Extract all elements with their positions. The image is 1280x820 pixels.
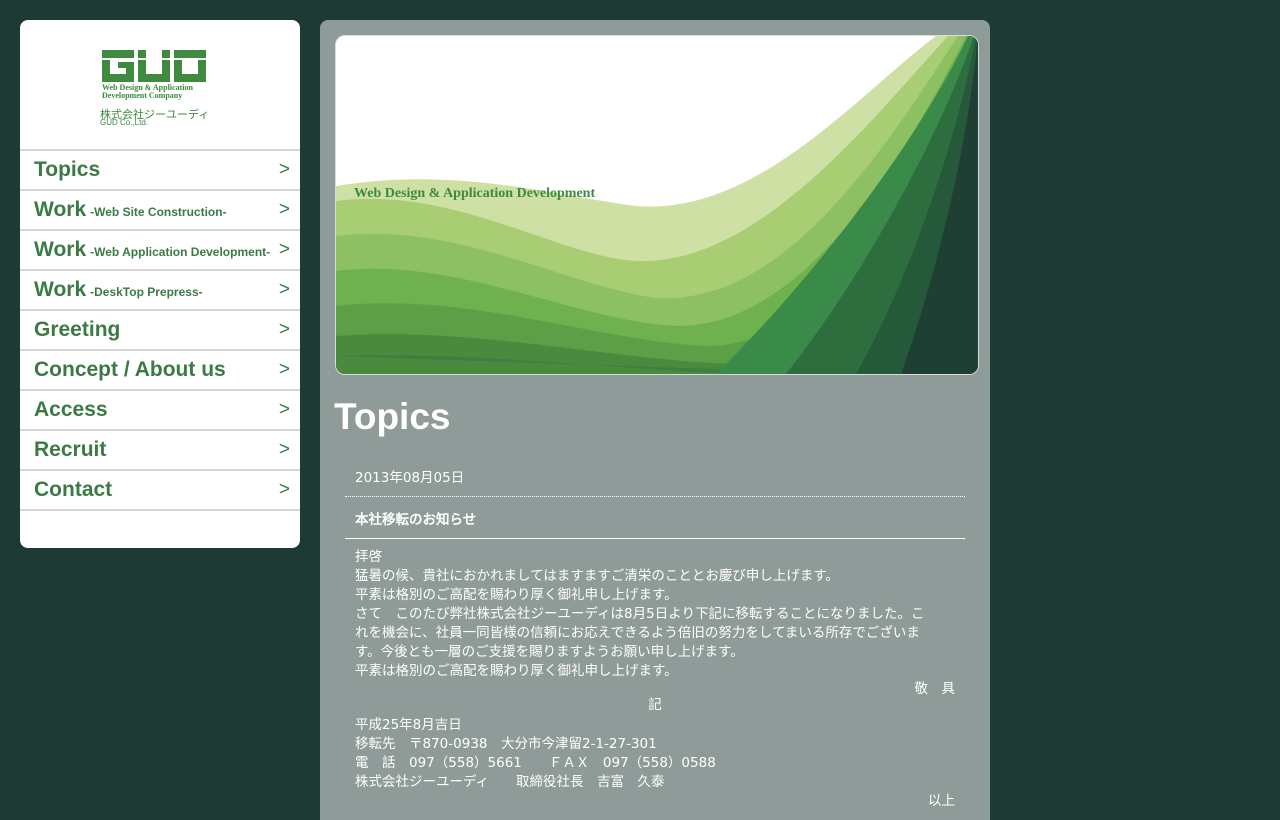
nav-label: Work -Web Application Development- bbox=[34, 238, 271, 261]
body-line: す。今後とも一層のご支援を賜りますようお願い申し上げます。 bbox=[355, 644, 744, 660]
body-line: れを機会に、社員一同皆様の信頼にお応えできるよう倍旧の努力をしてまいる所存でござ… bbox=[355, 625, 920, 641]
chevron-right-icon: > bbox=[278, 399, 290, 420]
body-line: 平素は格別のご高配を賜わり厚く御礼申し上げます。 bbox=[355, 587, 678, 603]
chevron-right-icon: > bbox=[278, 319, 290, 340]
nav-label: Greeting bbox=[34, 318, 121, 341]
nav-label: Concept / About us bbox=[34, 358, 226, 381]
main-content: Web Design & Application Development Top… bbox=[320, 20, 990, 820]
banner-tagline: Web Design & Application Development bbox=[354, 186, 596, 201]
sidebar: Web Design & Application Development Com… bbox=[20, 20, 300, 548]
body-line: 平素は格別のご高配を賜わり厚く御礼申し上げます。 bbox=[355, 663, 678, 679]
nav-label: Access bbox=[34, 398, 108, 421]
nav-item-greeting[interactable]: Greeting > bbox=[20, 309, 300, 349]
wave-graphic bbox=[336, 36, 978, 374]
nav-item-work-web-site[interactable]: Work -Web Site Construction- > bbox=[20, 189, 300, 229]
nav-label: Recruit bbox=[34, 438, 107, 461]
nav-item-access[interactable]: Access > bbox=[20, 389, 300, 429]
article-body: 拝啓 猛暑の候、貴社におかれましてはますますご清栄のこととお慶び申し上げます。 … bbox=[355, 548, 955, 811]
gud-logo-mark bbox=[102, 50, 206, 82]
detail-line: 電 話 097（558）5661 ＦＡＸ 097（558）0588 bbox=[355, 755, 716, 771]
body-line: さて このたび弊社株式会社ジーユーディは8月5日より下記に移転することになりまし… bbox=[355, 606, 925, 622]
end-text: 以上 bbox=[928, 793, 955, 809]
chevron-right-icon: > bbox=[278, 159, 290, 180]
divider bbox=[345, 496, 965, 497]
hero-banner: Web Design & Application Development bbox=[335, 35, 979, 375]
closing-text: 敬 具 bbox=[914, 681, 956, 697]
chevron-right-icon: > bbox=[278, 279, 290, 300]
detail-line: 株式会社ジーユーディ 取締役社長 吉富 久泰 bbox=[355, 774, 665, 790]
chevron-right-icon: > bbox=[278, 199, 290, 220]
main-nav: Topics > Work -Web Site Construction- > W… bbox=[20, 149, 300, 511]
nav-item-topics[interactable]: Topics > bbox=[20, 149, 300, 189]
nav-item-work-web-app[interactable]: Work -Web Application Development- > bbox=[20, 229, 300, 269]
nav-label: Work -DeskTop Prepress- bbox=[34, 278, 203, 301]
article-date: 2013年08月05日 bbox=[355, 470, 465, 486]
logo-company-en: GUD Co.,Ltd. bbox=[100, 118, 149, 127]
page-title: Topics bbox=[334, 396, 451, 437]
nav-label: Work -Web Site Construction- bbox=[34, 198, 227, 221]
body-line: 猛暑の候、貴社におかれましてはますますご清栄のこととお慶び申し上げます。 bbox=[355, 568, 839, 584]
chevron-right-icon: > bbox=[278, 439, 290, 460]
chevron-right-icon: > bbox=[278, 359, 290, 380]
chevron-right-icon: > bbox=[278, 239, 290, 260]
ki-text: 記 bbox=[648, 697, 662, 713]
body-line: 拝啓 bbox=[355, 549, 382, 565]
nav-item-recruit[interactable]: Recruit > bbox=[20, 429, 300, 469]
nav-item-work-dtp[interactable]: Work -DeskTop Prepress- > bbox=[20, 269, 300, 309]
chevron-right-icon: > bbox=[278, 479, 290, 500]
detail-line: 移転先 〒870-0938 大分市今津留2-1-27-301 bbox=[355, 736, 657, 752]
article-headline[interactable]: 本社移転のお知らせ bbox=[355, 508, 476, 528]
company-logo[interactable]: Web Design & Application Development Com… bbox=[20, 20, 300, 150]
nav-label: Contact bbox=[34, 478, 113, 501]
logo-tagline: Web Design & Application Development Com… bbox=[102, 83, 193, 100]
nav-item-contact[interactable]: Contact > bbox=[20, 469, 300, 511]
nav-item-concept[interactable]: Concept / About us > bbox=[20, 349, 300, 389]
nav-label: Topics bbox=[34, 158, 101, 181]
divider bbox=[345, 538, 965, 539]
detail-line: 平成25年8月吉日 bbox=[355, 717, 462, 733]
